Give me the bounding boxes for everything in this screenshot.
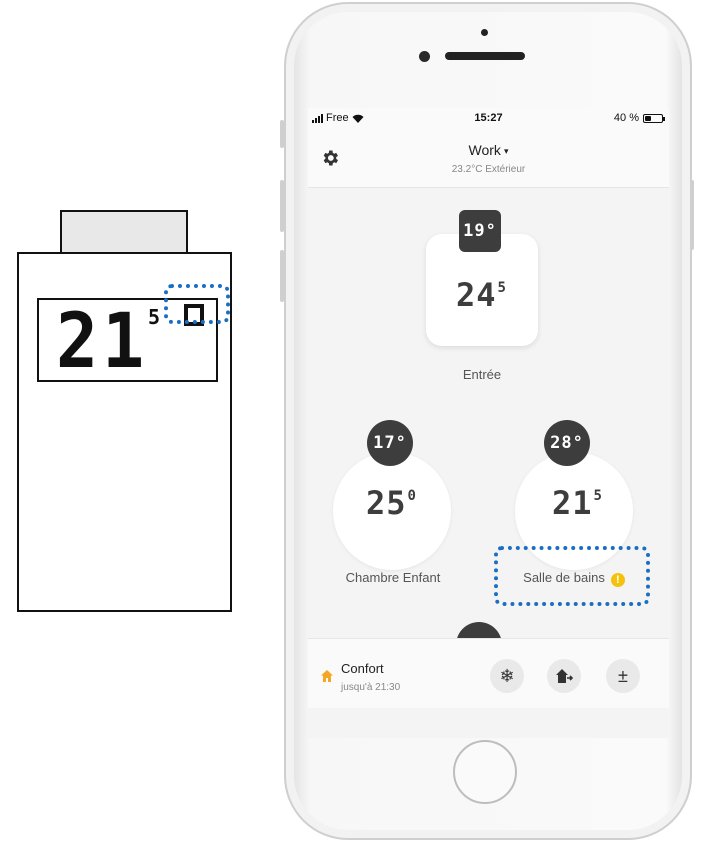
frost-guard-button[interactable]: ❄ bbox=[490, 659, 524, 693]
current-temperature: 245 bbox=[456, 276, 507, 314]
highlight-annotation-device bbox=[164, 284, 230, 324]
battery-icon bbox=[643, 113, 665, 123]
chevron-down-icon: ▾ bbox=[503, 146, 509, 156]
thermostat-temperature: 21 bbox=[56, 296, 149, 386]
away-house-icon bbox=[556, 669, 573, 683]
status-bar: Free 15:27 40 % bbox=[308, 108, 669, 130]
schedule-bar: Confort jusqu'à 21:30 ❄ ± bbox=[308, 638, 669, 708]
mode-title[interactable]: Confort bbox=[341, 661, 384, 676]
home-button[interactable] bbox=[453, 740, 517, 804]
app-header: Work ▾ 23.2°C Extérieur bbox=[308, 130, 669, 188]
home-name: Work bbox=[468, 142, 501, 158]
outdoor-temperature: 23.2°C Extérieur bbox=[451, 164, 526, 175]
battery-info: 40 % bbox=[613, 112, 665, 124]
highlight-annotation-app bbox=[494, 546, 650, 606]
volume-down-button bbox=[280, 250, 284, 302]
current-temperature: 250 bbox=[366, 484, 417, 522]
app-screen: Free 15:27 40 % Work ▾ 23.2°C Extérieur 1… bbox=[308, 108, 669, 738]
manual-adjust-button[interactable]: ± bbox=[606, 659, 640, 693]
sensor-dot bbox=[481, 29, 488, 36]
volume-up-button bbox=[280, 180, 284, 232]
earpiece-speaker bbox=[445, 52, 525, 60]
target-temperature-badge: 17° bbox=[367, 420, 413, 466]
target-temperature-badge: 28° bbox=[544, 420, 590, 466]
mode-until: jusqu'à 21:30 bbox=[341, 682, 401, 693]
mute-switch bbox=[280, 120, 284, 148]
current-temperature: 215 bbox=[552, 484, 603, 522]
plus-minus-icon: ± bbox=[618, 666, 628, 686]
home-icon bbox=[321, 670, 333, 682]
snowflake-icon: ❄ bbox=[499, 666, 515, 686]
away-mode-button[interactable] bbox=[547, 659, 581, 693]
target-temperature-badge: 19° bbox=[459, 210, 501, 252]
thermostat-cap bbox=[60, 210, 188, 256]
room-name: Chambre Enfant bbox=[345, 570, 441, 585]
power-button bbox=[690, 180, 694, 250]
home-selector[interactable]: Work ▾ bbox=[308, 142, 669, 158]
room-name: Entrée bbox=[462, 367, 502, 382]
battery-percent: 40 % bbox=[613, 112, 639, 124]
front-camera bbox=[419, 51, 430, 62]
thermostat-temperature-decimal: 5 bbox=[148, 305, 161, 329]
